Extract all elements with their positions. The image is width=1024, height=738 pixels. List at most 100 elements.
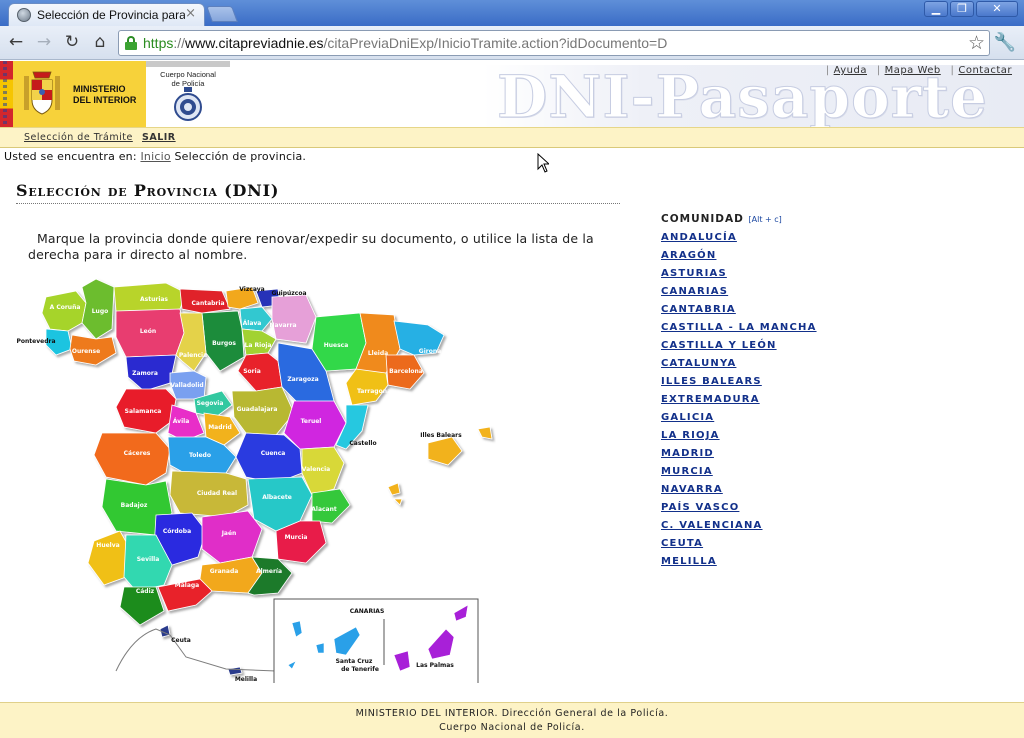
forward-icon[interactable]: →: [34, 32, 54, 52]
top-links: | Ayuda | Mapa Web | Contactar: [825, 65, 1012, 76]
comunidad-asturias-link[interactable]: ASTURIAS: [661, 265, 817, 283]
label-ceuta: Ceuta: [171, 637, 191, 644]
comunidad-canarias-link[interactable]: CANARIAS: [661, 283, 817, 301]
label-santacruz-2: de Tenerife: [341, 666, 379, 673]
comunidad-navarra-link[interactable]: NAVARRA: [661, 481, 817, 499]
salir-link[interactable]: SALIR: [142, 132, 176, 143]
bookmark-star-icon[interactable]: ☆: [968, 32, 985, 54]
sub-navigation: Selección de Trámite SALIR: [0, 127, 1024, 148]
web-page: MINISTERIO DEL INTERIOR Cuerpo Nacional de…: [0, 61, 1024, 738]
label-melilla: Melilla: [235, 676, 257, 683]
reload-icon[interactable]: ↻: [62, 32, 82, 52]
comunidad-galicia-link[interactable]: GALICIA: [661, 409, 817, 427]
contact-link[interactable]: Contactar: [958, 65, 1012, 76]
label-vizcaya: Vizcaya: [239, 286, 264, 293]
comunidad-melilla-link[interactable]: MELILLA: [661, 553, 817, 571]
comunidad-ceuta-link[interactable]: CEUTA: [661, 535, 817, 553]
police-badge-icon: [174, 87, 202, 121]
comunidad-aragon-link[interactable]: ARAGÓN: [661, 247, 817, 265]
province-jaen[interactable]: [201, 510, 263, 564]
help-link[interactable]: Ayuda: [834, 65, 867, 76]
comunidad-illes-balears-link[interactable]: ILLES BALEARS: [661, 373, 817, 391]
page-title: Selección de Provincia (DNI): [16, 181, 620, 204]
label-avila: Ávila: [173, 418, 190, 425]
comunidad-extremadura-link[interactable]: EXTREMADURA: [661, 391, 817, 409]
label-malaga: Málaga: [175, 582, 199, 589]
label-cadiz: Cádiz: [136, 588, 155, 595]
comunidad-la-rioja-link[interactable]: LA RIOJA: [661, 427, 817, 445]
restore-button[interactable]: ❐: [950, 1, 974, 17]
label-castello: Castello: [349, 440, 376, 447]
label-burgos: Burgos: [212, 340, 236, 347]
label-tarragona: Tarragona: [357, 388, 391, 395]
label-murcia: Murcia: [285, 534, 308, 541]
url-text[interactable]: https://www.citapreviadnie.es/citaPrevia…: [143, 35, 667, 51]
police-line-1: Cuerpo Nacional: [160, 70, 216, 79]
label-ourense: Ourense: [72, 348, 100, 355]
comunidad-madrid-link[interactable]: MADRID: [661, 445, 817, 463]
label-albacete: Albacete: [262, 494, 292, 501]
province-melilla[interactable]: [227, 666, 243, 676]
label-salamanca: Salamanca: [125, 408, 162, 415]
label-guipuzcoa: Guipúzcoa: [271, 290, 306, 297]
province-teruel[interactable]: [283, 400, 347, 450]
footer-line-1: MINISTERIO DEL INTERIOR. Dirección Gener…: [355, 708, 669, 719]
province-tarragona[interactable]: [345, 368, 389, 406]
label-barcelona: Barcelona: [389, 368, 423, 375]
tab-close-icon[interactable]: ×: [185, 6, 196, 21]
label-valencia: Valencia: [302, 466, 330, 473]
label-leon: León: [140, 328, 156, 335]
sitemap-link[interactable]: Mapa Web: [885, 65, 941, 76]
new-tab-button[interactable]: [206, 6, 238, 22]
comunidad-catalunya-link[interactable]: CATALUNYA: [661, 355, 817, 373]
label-caceres: Cáceres: [124, 450, 151, 457]
browser-titlebar: Selección de Provincia para Re × ▁ ❐ ✕: [0, 0, 1024, 26]
province-navarra[interactable]: [271, 294, 317, 344]
coat-of-arms-icon: [24, 71, 60, 115]
browser-toolbar: ← → ↻ ⌂ https://www.citapreviadnie.es/ci…: [0, 26, 1024, 60]
comunidad-c-valenciana-link[interactable]: C. VALENCIANA: [661, 517, 817, 535]
label-lleida: Lleida: [368, 350, 388, 357]
label-cantabria: Cantabria: [192, 300, 225, 307]
comunidad-castilla-la-mancha-link[interactable]: CASTILLA - LA MANCHA: [661, 319, 817, 337]
address-bar[interactable]: https://www.citapreviadnie.es/citaPrevia…: [118, 30, 990, 56]
browser-tab[interactable]: Selección de Provincia para Re ×: [8, 3, 205, 26]
flag-strip: [0, 61, 13, 127]
tab-title: Selección de Provincia para Re: [37, 8, 185, 22]
wrench-menu-icon[interactable]: 🔧: [994, 32, 1016, 53]
seleccion-tramite-link[interactable]: Selección de Trámite: [24, 132, 133, 143]
breadcrumb-current: Selección de provincia.: [174, 150, 307, 163]
home-icon[interactable]: ⌂: [90, 32, 110, 52]
comunidad-list: COMUNIDAD [Alt + c] ANDALUCÍA ARAGÓN AST…: [661, 213, 817, 571]
page-footer: MINISTERIO DEL INTERIOR. Dirección Gener…: [0, 702, 1024, 738]
comunidad-pais-vasco-link[interactable]: PAÍS VASCO: [661, 499, 817, 517]
breadcrumb-home-link[interactable]: Inicio: [140, 150, 170, 163]
close-window-button[interactable]: ✕: [976, 1, 1018, 17]
label-madrid: Madrid: [208, 424, 232, 431]
police-logo[interactable]: Cuerpo Nacional de Policía: [146, 61, 230, 127]
label-pontevedra: Pontevedra: [16, 338, 55, 345]
label-larioja: La Rioja: [245, 342, 272, 349]
label-zamora: Zamora: [132, 370, 158, 377]
label-segovia: Segovia: [197, 400, 224, 407]
label-lugo: Lugo: [92, 308, 109, 315]
minimize-button[interactable]: ▁: [924, 1, 948, 17]
ministry-logo[interactable]: MINISTERIO DEL INTERIOR: [13, 61, 146, 127]
comunidad-cantabria-link[interactable]: CANTABRIA: [661, 301, 817, 319]
ministry-line-1: MINISTERIO: [73, 84, 126, 94]
comunidad-heading: COMUNIDAD [Alt + c]: [661, 213, 782, 225]
label-jaen: Jaén: [221, 530, 237, 537]
comunidad-murcia-link[interactable]: MURCIA: [661, 463, 817, 481]
mouse-cursor-icon: [537, 153, 549, 173]
back-icon[interactable]: ←: [6, 32, 26, 52]
label-cuenca: Cuenca: [261, 450, 286, 457]
label-girona: Girona: [419, 348, 441, 355]
province-caceres[interactable]: [93, 432, 171, 486]
province-acoruna[interactable]: [41, 290, 87, 332]
province-alava[interactable]: [239, 306, 273, 332]
comunidad-castilla-y-leon-link[interactable]: CASTILLA Y LEÓN: [661, 337, 817, 355]
spain-province-map: A Coruña Lugo Asturias Cantabria León Ál…: [16, 278, 493, 683]
label-asturias: Asturias: [140, 296, 168, 303]
label-zaragoza: Zaragoza: [287, 376, 318, 383]
comunidad-andalucia-link[interactable]: ANDALUCÍA: [661, 229, 817, 247]
